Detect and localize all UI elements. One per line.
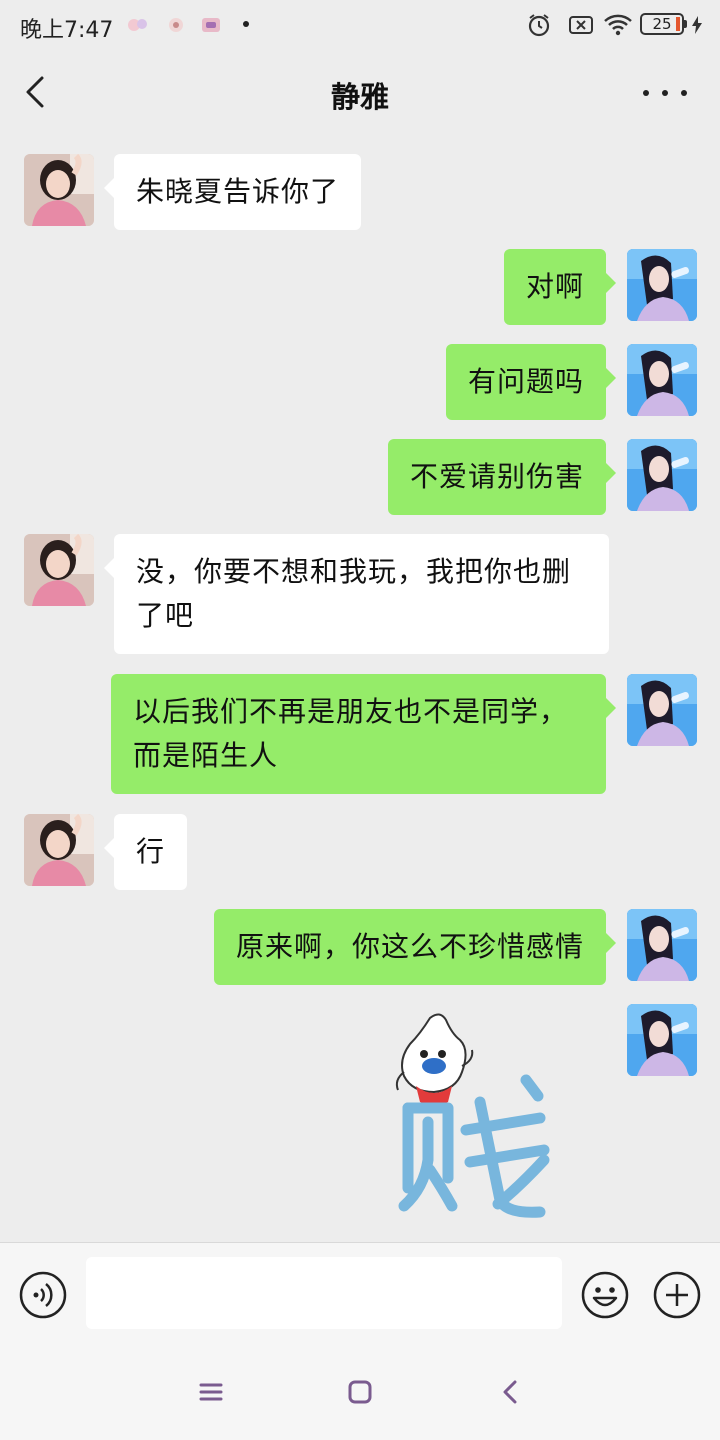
- notification-dot: [243, 21, 249, 27]
- system-nav-bar: [0, 1345, 720, 1440]
- notification-icon: [164, 15, 188, 35]
- message-text: 原来啊，你这么不珍惜感情: [235, 930, 584, 963]
- message-text: 行: [136, 835, 166, 868]
- wifi-icon: [603, 12, 633, 42]
- nav-back-button[interactable]: [496, 1377, 526, 1407]
- peer-avatar[interactable]: [24, 814, 94, 886]
- plus-icon: [653, 1271, 701, 1319]
- peer-avatar[interactable]: [24, 534, 94, 606]
- voice-button[interactable]: [18, 1270, 68, 1320]
- status-time: 晚上7:47: [20, 18, 114, 43]
- notification-icon: [199, 15, 223, 35]
- voice-icon: [19, 1271, 67, 1319]
- sim-off-icon: [568, 12, 594, 42]
- charging-icon: [691, 15, 703, 39]
- more-button[interactable]: [640, 78, 690, 106]
- back-button[interactable]: [18, 72, 58, 112]
- message-bubble-peer[interactable]: 朱晓夏告诉你了: [103, 154, 362, 230]
- home-button[interactable]: [345, 1377, 375, 1407]
- message-bubble-self[interactable]: 不爱请别伤害: [387, 439, 617, 515]
- menu-icon: [199, 1383, 223, 1401]
- self-avatar[interactable]: [627, 344, 697, 416]
- back-icon: [503, 1380, 517, 1404]
- self-avatar[interactable]: [627, 249, 697, 321]
- emoji-icon: [581, 1271, 629, 1319]
- chat-header: 静雅: [0, 50, 720, 134]
- input-bar: [0, 1242, 720, 1345]
- message-bubble-self[interactable]: 以后我们不再是朋友也不是同学，而是陌生人: [111, 674, 616, 794]
- message-bubble-self[interactable]: 原来啊，你这么不珍惜感情: [213, 909, 617, 985]
- home-icon: [348, 1380, 372, 1404]
- battery-low-indicator: [676, 17, 680, 31]
- chevron-left-icon: [26, 76, 44, 108]
- menu-button[interactable]: [196, 1377, 226, 1407]
- more-dots-icon: [643, 90, 649, 96]
- message-input[interactable]: [86, 1257, 562, 1329]
- sticker-message[interactable]: [390, 1010, 580, 1220]
- emoji-button[interactable]: [580, 1270, 630, 1320]
- more-functions-button[interactable]: [652, 1270, 702, 1320]
- self-avatar[interactable]: [627, 439, 697, 511]
- message-text: 有问题吗: [467, 365, 584, 398]
- message-text: 朱晓夏告诉你了: [136, 175, 340, 208]
- message-text: 没，你要不想和我玩，我把你也删了吧: [136, 555, 572, 632]
- notification-icon: [126, 15, 150, 35]
- self-avatar[interactable]: [627, 1004, 697, 1076]
- message-bubble-self[interactable]: 对啊: [503, 249, 617, 325]
- self-avatar[interactable]: [627, 909, 697, 981]
- battery-level: 25: [652, 15, 672, 33]
- message-bubble-peer[interactable]: 行: [103, 814, 188, 890]
- battery-tip: [684, 20, 687, 28]
- alarm-icon: [526, 12, 552, 42]
- message-text: 不爱请别伤害: [409, 460, 584, 493]
- message-text: 对啊: [525, 270, 584, 303]
- battery-icon: 25: [640, 13, 687, 35]
- message-text: 以后我们不再是朋友也不是同学，而是陌生人: [133, 695, 569, 772]
- status-bar: 晚上7:47 25: [0, 0, 720, 50]
- page-title: 静雅: [330, 80, 389, 114]
- self-avatar[interactable]: [627, 674, 697, 746]
- message-bubble-self[interactable]: 有问题吗: [445, 344, 617, 420]
- message-bubble-peer[interactable]: 没，你要不想和我玩，我把你也删了吧: [104, 534, 609, 654]
- peer-avatar[interactable]: [24, 154, 94, 226]
